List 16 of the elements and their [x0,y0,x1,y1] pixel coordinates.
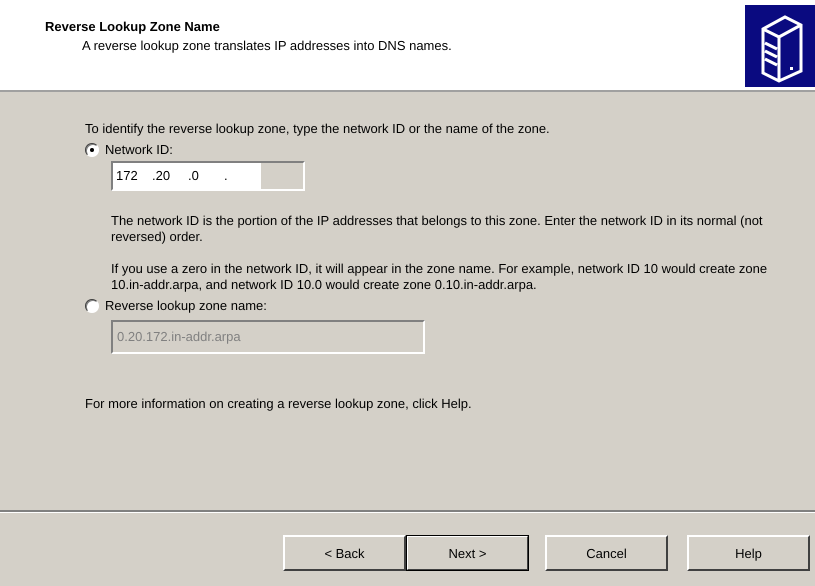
help-text: The network ID is the portion of the IP addresses that belongs to this zone. Enter the network ID in its normal (not reversed) order. [111,213,764,245]
ip-octet[interactable]: .20 [149,169,185,183]
ip-octet[interactable]: . [221,169,257,183]
dialog-button[interactable]: Cancel [545,535,668,571]
dialog-button[interactable]: Help [687,535,810,571]
dialog-button[interactable]: < Back [283,535,406,571]
dialog-button[interactable]: Next > [406,535,529,571]
help-text: If you use a zero in the network ID, it will appear in the zone name. For example, network ID 10 would create zone 10.in-addr.arpa, and network ID 10.0 would create zone 0.10.in-addr.arpa. [111,261,768,293]
ip-address-field[interactable]: 172 .20 .0 . [111,161,305,191]
help-hint: For more information on creating a reverse lookup zone, click Help. [85,396,473,412]
page-subtitle: A reverse lookup zone translates IP addresses into DNS names. [81,37,452,53]
page-title: Reverse Lookup Zone Name [45,19,221,34]
instruction-text: To identify the reverse lookup zone, type the network ID or the name of the zone. [85,121,551,137]
ip-octet[interactable]: .0 [185,169,221,183]
ip-octet[interactable]: 172 [113,169,149,183]
radio-option[interactable]: Network ID: [85,142,173,157]
